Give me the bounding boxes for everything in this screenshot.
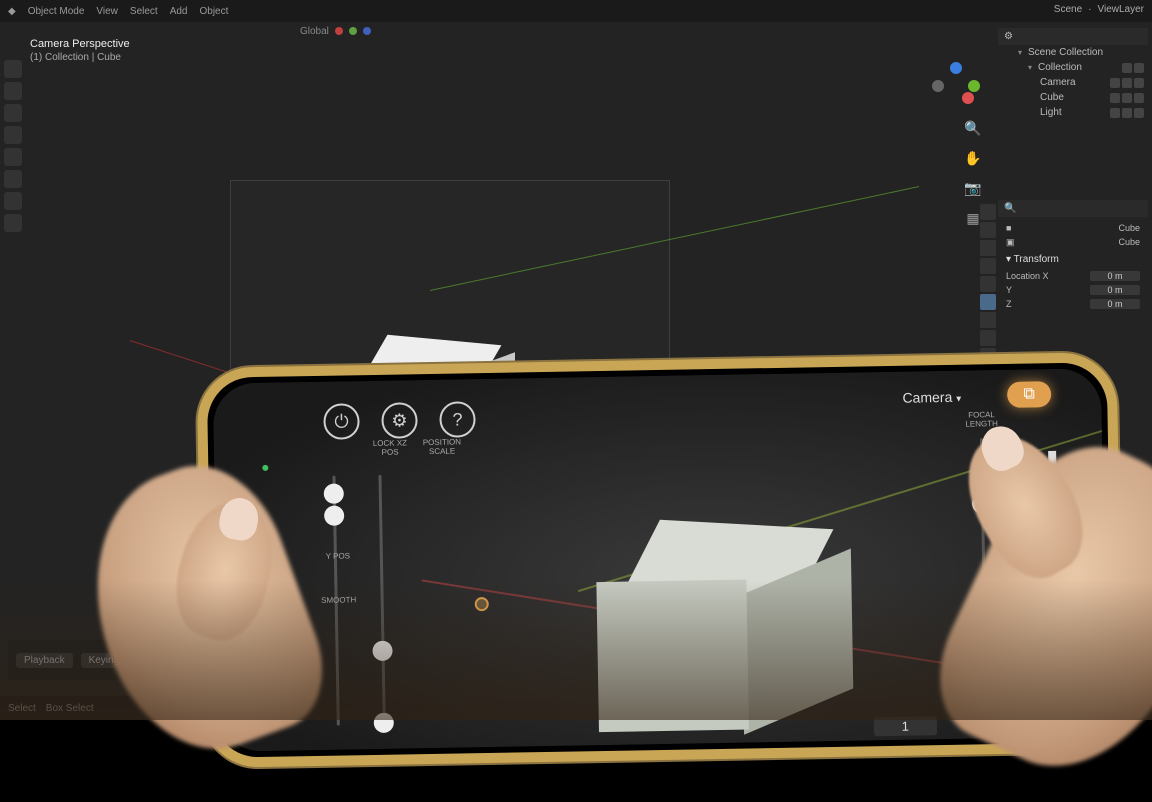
help-button[interactable]: ? bbox=[439, 401, 476, 438]
zoom-icon[interactable]: 🔍 bbox=[964, 120, 982, 138]
ypos-label: Y POS bbox=[316, 551, 360, 561]
transform-header[interactable]: ▾ Transform bbox=[1006, 254, 1140, 265]
data-name-label: ▣ bbox=[1006, 237, 1015, 248]
outliner-scene-collection[interactable]: ▾Scene Collection bbox=[998, 45, 1148, 60]
tool-annotate[interactable] bbox=[4, 192, 22, 210]
prop-tab-object[interactable] bbox=[980, 294, 996, 310]
outliner-header: ⚙ bbox=[998, 28, 1148, 45]
orientation-dropdown[interactable]: Global bbox=[300, 26, 329, 37]
blender-left-toolbar bbox=[4, 60, 22, 232]
tool-scale[interactable] bbox=[4, 148, 22, 166]
prop-tab-view[interactable] bbox=[980, 240, 996, 256]
location-z-value[interactable]: 0 m bbox=[1090, 299, 1140, 309]
outliner-item-camera[interactable]: Camera bbox=[998, 75, 1148, 90]
object-name[interactable]: Cube bbox=[1118, 223, 1140, 233]
prop-tab-render[interactable] bbox=[980, 204, 996, 220]
prop-tab-world[interactable] bbox=[980, 276, 996, 292]
gizmo-z-axis[interactable] bbox=[950, 62, 962, 74]
blender-menubar: ◆ Object Mode View Select Add Object bbox=[0, 0, 1152, 22]
filter-icon[interactable]: ⚙ bbox=[1004, 31, 1013, 42]
outliner-panel: ⚙ ▾Scene Collection ▾Collection Camera C… bbox=[998, 28, 1148, 120]
properties-search[interactable]: 🔍 bbox=[998, 200, 1148, 217]
menu-mode[interactable]: Object Mode bbox=[28, 6, 85, 17]
topright-scene-header: Scene · ViewLayer bbox=[1054, 4, 1144, 15]
power-button[interactable]: ⏻ bbox=[323, 403, 360, 440]
menu-add[interactable]: Add bbox=[170, 6, 188, 17]
app-top-labels: LOCK XZ POS POSITION SCALE bbox=[314, 437, 466, 458]
prop-tab-particle[interactable] bbox=[980, 330, 996, 346]
tool-move[interactable] bbox=[4, 104, 22, 122]
tool-rotate[interactable] bbox=[4, 126, 22, 144]
settings-button[interactable]: ⚙ bbox=[381, 402, 418, 439]
blender-logo: ◆ bbox=[8, 6, 16, 17]
prop-tab-output[interactable] bbox=[980, 222, 996, 238]
lock-xz-label: LOCK XZ POS bbox=[366, 438, 414, 457]
outliner-collection[interactable]: ▾Collection bbox=[998, 60, 1148, 75]
properties-panel: 🔍 ■Cube ▣Cube ▾ Transform Location X0 m … bbox=[998, 200, 1148, 315]
blender-header-tools: Global bbox=[300, 22, 371, 40]
scene-dropdown[interactable]: Scene bbox=[1054, 4, 1082, 15]
chain-link-icon: ⧉ bbox=[1023, 385, 1035, 403]
viewport-title: Camera Perspective bbox=[30, 38, 130, 50]
status-indicator-dot bbox=[262, 465, 268, 471]
camera-view-icon[interactable]: 📷 bbox=[964, 180, 982, 198]
app-top-toolbar: ⏻ ⚙ ? bbox=[323, 401, 476, 440]
gizmo-neg-axis[interactable] bbox=[932, 80, 944, 92]
navigation-gizmo[interactable] bbox=[932, 62, 982, 112]
viewlayer-dropdown[interactable]: ViewLayer bbox=[1097, 4, 1144, 15]
tool-select[interactable] bbox=[4, 60, 22, 78]
gear-icon: ⚙ bbox=[391, 410, 408, 431]
location-z-label: Z bbox=[1006, 299, 1012, 309]
prop-tab-modifier[interactable] bbox=[980, 312, 996, 328]
link-connection-button[interactable]: ⧉ bbox=[1007, 381, 1051, 408]
location-y-label: Y bbox=[1006, 285, 1012, 295]
outliner-item-cube[interactable]: Cube bbox=[998, 90, 1148, 105]
chevron-down-icon: ▾ bbox=[956, 394, 961, 405]
outliner-item-light[interactable]: Light bbox=[998, 105, 1148, 120]
location-x-label: Location X bbox=[1006, 271, 1049, 281]
tool-cursor[interactable] bbox=[4, 82, 22, 100]
gizmo-x-axis[interactable] bbox=[962, 92, 974, 104]
axis-dot-z bbox=[363, 27, 371, 35]
object-name-label: ■ bbox=[1006, 223, 1011, 233]
prop-tab-scene[interactable] bbox=[980, 258, 996, 274]
data-name[interactable]: Cube bbox=[1118, 237, 1140, 248]
gizmo-y-axis[interactable] bbox=[968, 80, 980, 92]
tool-transform[interactable] bbox=[4, 170, 22, 188]
location-x-value[interactable]: 0 m bbox=[1090, 271, 1140, 281]
camera-dropdown[interactable]: Camera ▾ bbox=[902, 389, 961, 406]
axis-dot-x bbox=[335, 27, 343, 35]
axis-dot-y bbox=[349, 27, 357, 35]
position-scale-label: POSITION SCALE bbox=[418, 437, 466, 456]
menu-object[interactable]: Object bbox=[200, 6, 229, 17]
desk-shadow bbox=[0, 580, 1152, 720]
menu-select[interactable]: Select bbox=[130, 6, 158, 17]
tool-measure[interactable] bbox=[4, 214, 22, 232]
pan-icon[interactable]: ✋ bbox=[964, 150, 982, 168]
menu-view[interactable]: View bbox=[96, 6, 118, 17]
properties-tabs bbox=[980, 204, 996, 364]
search-icon: 🔍 bbox=[1004, 203, 1016, 214]
location-y-value[interactable]: 0 m bbox=[1090, 285, 1140, 295]
